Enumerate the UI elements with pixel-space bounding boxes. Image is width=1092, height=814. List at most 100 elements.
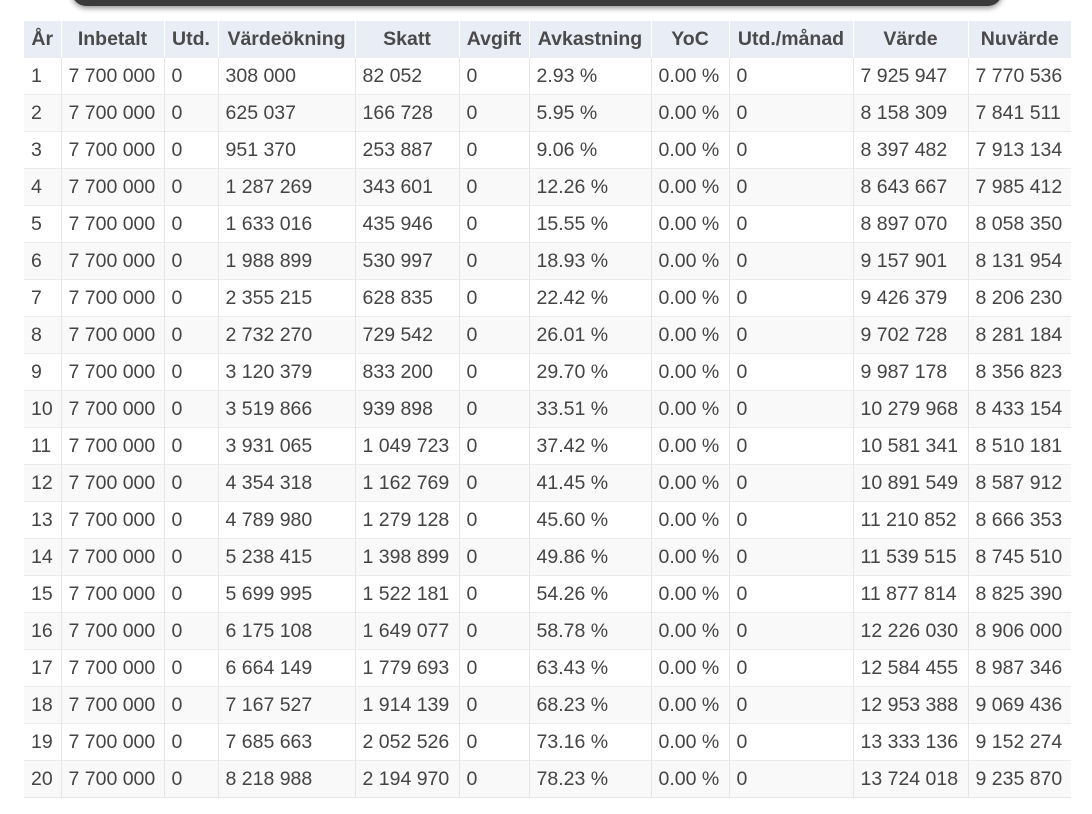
cell-value: 10 279 968 — [853, 390, 969, 428]
table-row: 16 7 700 000 0 6 175 108 1 649 077 0 58.78 % 0.… — [24, 612, 1071, 650]
cell-fee: 0 — [459, 279, 530, 317]
cell-present-value: 7 770 536 — [968, 57, 1071, 95]
column-header-tax[interactable]: Skatt — [355, 21, 460, 58]
cell-present-value: 8 825 390 — [968, 575, 1071, 613]
cell-yoc: 0.00 % — [651, 575, 730, 613]
cell-return: 5.95 % — [529, 94, 652, 132]
cell-tax: 2 194 970 — [355, 760, 460, 798]
cell-value: 8 897 070 — [853, 205, 969, 243]
cell-fee: 0 — [459, 390, 530, 428]
cell-return: 58.78 % — [529, 612, 652, 650]
cell-present-value: 9 069 436 — [968, 686, 1071, 724]
cell-value: 10 581 341 — [853, 427, 969, 465]
cell-return: 54.26 % — [529, 575, 652, 613]
cell-tax: 833 200 — [355, 353, 460, 391]
cell-tax: 1 522 181 — [355, 575, 460, 613]
cell-yoc: 0.00 % — [651, 538, 730, 576]
cell-value-increase: 6 664 149 — [218, 649, 356, 687]
cell-return: 12.26 % — [529, 168, 652, 206]
cell-value-increase: 308 000 — [218, 57, 356, 95]
cell-paid-in: 7 700 000 — [61, 538, 165, 576]
cell-year: 14 — [24, 538, 62, 576]
column-header-value[interactable]: Värde — [853, 21, 969, 58]
cell-value: 8 397 482 — [853, 131, 969, 169]
cell-fee: 0 — [459, 168, 530, 206]
cell-paid-in: 7 700 000 — [61, 390, 165, 428]
cell-year: 20 — [24, 760, 62, 798]
cell-paid-in: 7 700 000 — [61, 131, 165, 169]
cell-tax: 628 835 — [355, 279, 460, 317]
column-header-present-value[interactable]: Nuvärde — [968, 21, 1071, 58]
cell-present-value: 7 913 134 — [968, 131, 1071, 169]
column-header-dividend[interactable]: Utd. — [164, 21, 219, 58]
column-header-return[interactable]: Avkastning — [529, 21, 652, 58]
cell-year: 16 — [24, 612, 62, 650]
cell-year: 9 — [24, 353, 62, 391]
column-header-paid-in[interactable]: Inbetalt — [61, 21, 165, 58]
cell-return: 41.45 % — [529, 464, 652, 502]
cell-yoc: 0.00 % — [651, 723, 730, 761]
cell-dividend: 0 — [164, 390, 219, 428]
cell-paid-in: 7 700 000 — [61, 575, 165, 613]
cell-fee: 0 — [459, 242, 530, 280]
cell-return: 26.01 % — [529, 316, 652, 354]
cell-value: 9 157 901 — [853, 242, 969, 280]
cell-year: 12 — [24, 464, 62, 502]
cell-fee: 0 — [459, 686, 530, 724]
cell-return: 9.06 % — [529, 131, 652, 169]
cell-value-increase: 1 633 016 — [218, 205, 356, 243]
column-header-dividend-per-month[interactable]: Utd./månad — [729, 21, 854, 58]
cell-year: 17 — [24, 649, 62, 687]
cell-return: 18.93 % — [529, 242, 652, 280]
cell-tax: 1 162 769 — [355, 464, 460, 502]
cell-dividend: 0 — [164, 723, 219, 761]
cell-dividend-per-month: 0 — [729, 686, 854, 724]
cell-dividend: 0 — [164, 686, 219, 724]
cell-tax: 1 049 723 — [355, 427, 460, 465]
cell-paid-in: 7 700 000 — [61, 168, 165, 206]
table-row: 13 7 700 000 0 4 789 980 1 279 128 0 45.60 % 0.… — [24, 501, 1071, 539]
cell-return: 22.42 % — [529, 279, 652, 317]
cell-yoc: 0.00 % — [651, 760, 730, 798]
cell-fee: 0 — [459, 760, 530, 798]
cell-present-value: 8 206 230 — [968, 279, 1071, 317]
cell-dividend-per-month: 0 — [729, 279, 854, 317]
table-row: 17 7 700 000 0 6 664 149 1 779 693 0 63.43 % 0.… — [24, 649, 1071, 687]
cell-dividend: 0 — [164, 427, 219, 465]
cell-return: 15.55 % — [529, 205, 652, 243]
column-header-value-increase[interactable]: Värdeökning — [218, 21, 356, 58]
cell-dividend-per-month: 0 — [729, 575, 854, 613]
cell-present-value: 8 587 912 — [968, 464, 1071, 502]
cell-tax: 1 279 128 — [355, 501, 460, 539]
cell-year: 7 — [24, 279, 62, 317]
column-header-year[interactable]: År — [24, 21, 62, 58]
cell-dividend: 0 — [164, 94, 219, 132]
table-row: 57 700 000 0 1 633 016 435 946 0 15.55 % 0.00 … — [24, 205, 1071, 243]
cell-dividend: 0 — [164, 205, 219, 243]
cell-value-increase: 5 699 995 — [218, 575, 356, 613]
cell-present-value: 8 433 154 — [968, 390, 1071, 428]
column-header-fee[interactable]: Avgift — [459, 21, 530, 58]
cell-dividend-per-month: 0 — [729, 464, 854, 502]
table-row: 87 700 000 0 2 732 270 729 542 0 26.01 % 0.00 … — [24, 316, 1071, 354]
cell-dividend-per-month: 0 — [729, 538, 854, 576]
cell-value: 8 643 667 — [853, 168, 969, 206]
column-header-yoc[interactable]: YoC — [651, 21, 730, 58]
cell-dividend-per-month: 0 — [729, 353, 854, 391]
cell-tax: 1 398 899 — [355, 538, 460, 576]
cell-yoc: 0.00 % — [651, 57, 730, 95]
cell-dividend-per-month: 0 — [729, 760, 854, 798]
cell-paid-in: 7 700 000 — [61, 464, 165, 502]
cell-present-value: 8 281 184 — [968, 316, 1071, 354]
cell-return: 68.23 % — [529, 686, 652, 724]
cell-yoc: 0.00 % — [651, 205, 730, 243]
cell-present-value: 8 131 954 — [968, 242, 1071, 280]
table-row: 15 7 700 000 0 5 699 995 1 522 181 0 54.26 % 0.… — [24, 575, 1071, 613]
cell-yoc: 0.00 % — [651, 649, 730, 687]
cell-dividend: 0 — [164, 168, 219, 206]
cell-dividend-per-month: 0 — [729, 612, 854, 650]
cell-year: 19 — [24, 723, 62, 761]
cell-yoc: 0.00 % — [651, 612, 730, 650]
cell-value: 11 539 515 — [853, 538, 969, 576]
cell-fee: 0 — [459, 501, 530, 539]
